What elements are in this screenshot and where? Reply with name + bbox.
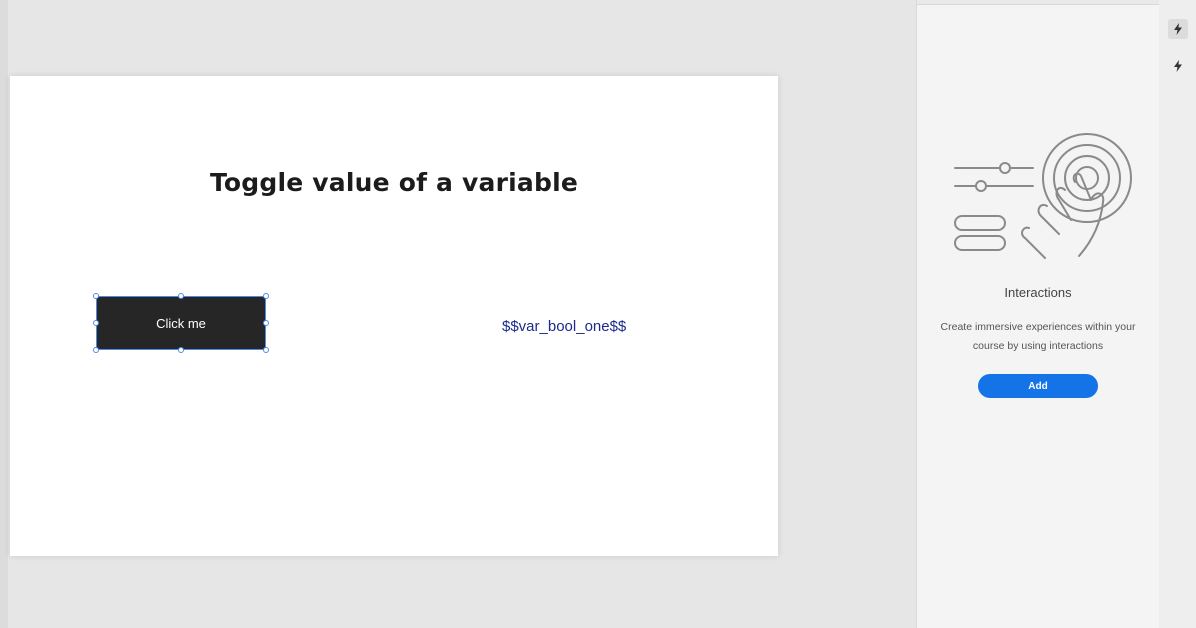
resize-handle-right[interactable]	[263, 320, 269, 326]
resize-handle-top[interactable]	[178, 293, 184, 299]
right-icon-rail	[1159, 0, 1196, 628]
lightning-bolt-icon	[1174, 23, 1182, 35]
interactions-panel: Interactions Create immersive experience…	[916, 0, 1160, 628]
add-interaction-button[interactable]: Add	[978, 374, 1098, 398]
variable-text[interactable]: $$var_bool_one$$	[502, 318, 626, 335]
selected-button-object[interactable]: Click me	[93, 293, 269, 353]
rail-interactions-tab[interactable]	[1168, 19, 1188, 39]
slide-canvas[interactable]: Toggle value of a variable Click me $$va…	[10, 76, 778, 556]
resize-handle-top-left[interactable]	[93, 293, 99, 299]
panel-heading: Interactions	[1004, 285, 1072, 300]
lightning-bolt-icon	[1174, 60, 1182, 72]
rail-secondary-tab[interactable]	[1168, 56, 1188, 76]
stage-workspace: Toggle value of a variable Click me $$va…	[0, 0, 916, 628]
resize-handle-left[interactable]	[93, 320, 99, 326]
resize-handle-bottom-right[interactable]	[263, 347, 269, 353]
workspace-edge	[0, 0, 8, 628]
resize-handle-bottom[interactable]	[178, 347, 184, 353]
panel-top-bar	[917, 0, 1159, 5]
resize-handle-bottom-left[interactable]	[93, 347, 99, 353]
click-me-button[interactable]: Click me	[96, 296, 266, 350]
panel-description: Create immersive experiences within your…	[940, 321, 1136, 352]
resize-handle-top-right[interactable]	[263, 293, 269, 299]
slide-title[interactable]: Toggle value of a variable	[10, 168, 778, 197]
hand-tap-illustration-icon	[954, 133, 1132, 259]
